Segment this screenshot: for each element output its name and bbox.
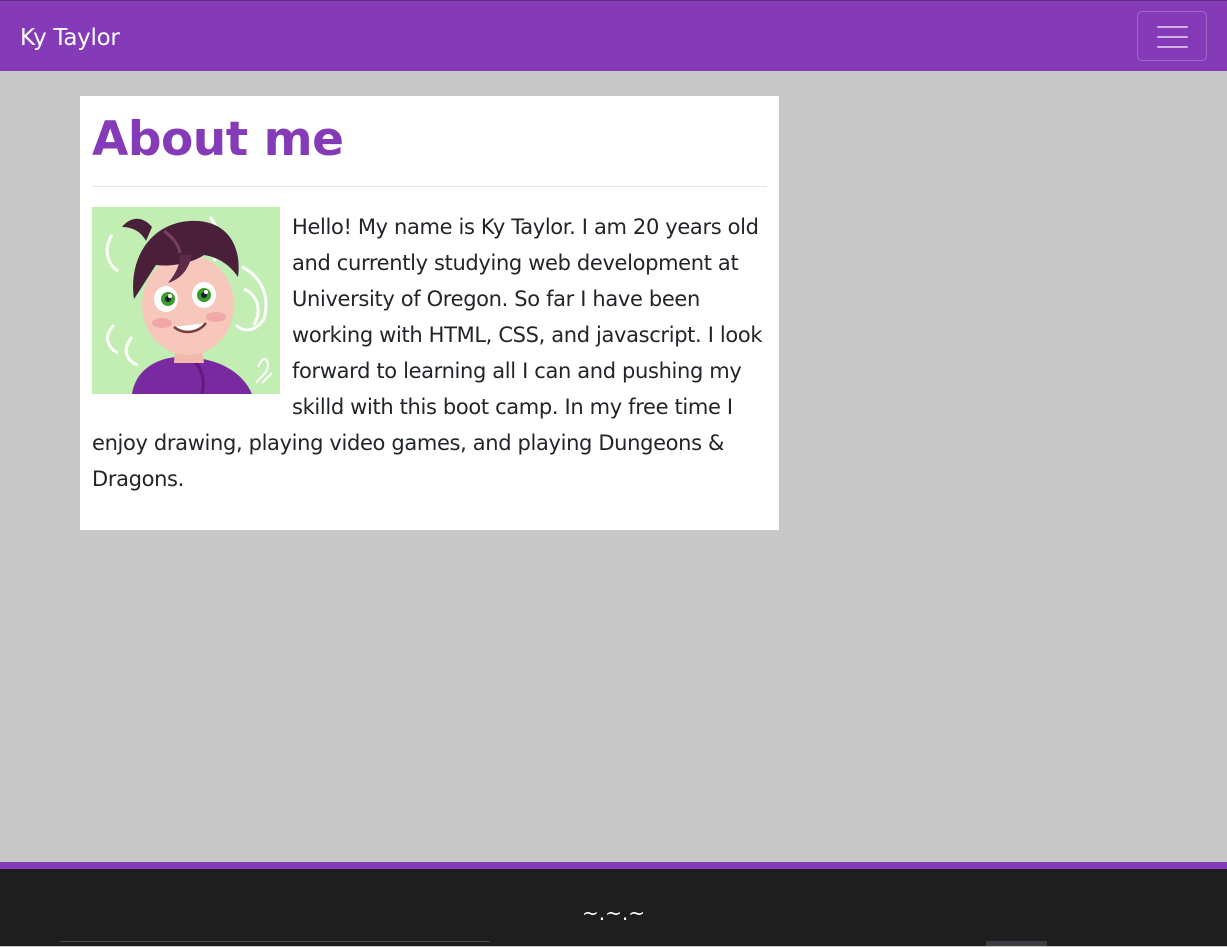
footer-decoration-text: ~.~.~ <box>582 901 645 925</box>
hamburger-menu-icon-line <box>1157 36 1188 38</box>
hamburger-menu-icon-line <box>1157 46 1188 48</box>
profile-avatar <box>92 207 280 394</box>
hamburger-menu-icon <box>1157 26 1188 28</box>
footer-partial-element <box>60 941 490 947</box>
brand-link[interactable]: Ky Taylor <box>20 21 120 55</box>
footer-partial-button[interactable] <box>986 941 1047 946</box>
about-card: About me Hello! My name is Ky Taylor. I … <box>80 96 779 530</box>
footer: ~.~.~ <box>0 862 1227 946</box>
navbar: Ky Taylor <box>0 0 1227 71</box>
page-title: About me <box>92 112 344 167</box>
divider <box>92 186 767 187</box>
navbar-toggler-button[interactable] <box>1137 11 1207 61</box>
